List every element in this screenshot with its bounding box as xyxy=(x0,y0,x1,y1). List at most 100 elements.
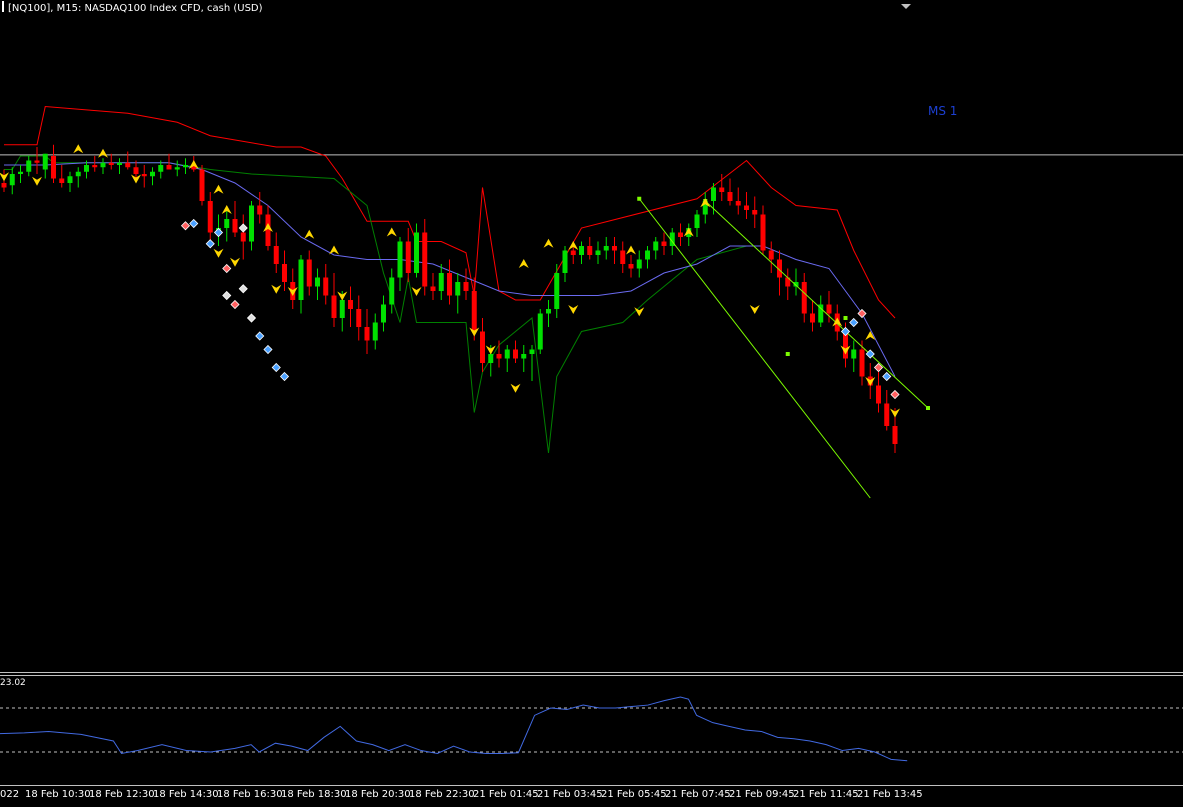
candle-bear xyxy=(207,201,213,233)
candle-bull xyxy=(529,349,535,354)
candle-bear xyxy=(108,162,114,165)
candle-bear xyxy=(59,178,65,183)
candle-bull xyxy=(711,187,716,201)
candle-bear xyxy=(323,277,329,296)
candle-bear xyxy=(125,162,131,168)
candle-bull xyxy=(645,250,650,260)
candle-bear xyxy=(810,313,815,323)
signal-marker xyxy=(238,223,248,233)
arrow-up-marker xyxy=(73,144,84,154)
candle-bull xyxy=(595,250,601,255)
signal-marker xyxy=(263,344,273,355)
arrow-down-marker xyxy=(411,287,422,296)
candle-bull xyxy=(339,300,345,318)
arrow-down-marker xyxy=(749,305,760,314)
candle-bull xyxy=(174,167,180,170)
scroll-marker-icon xyxy=(901,4,911,9)
xaxis-tick-label: 18 Feb 12:30 xyxy=(89,789,155,800)
signal-marker xyxy=(213,227,224,238)
level-label: MS 1 xyxy=(928,104,958,118)
candle-bull xyxy=(504,349,510,359)
candle-bear xyxy=(364,327,370,341)
candle-bear xyxy=(348,300,353,309)
candle-bull xyxy=(381,304,386,323)
xaxis-tick-label: 18 Feb 16:30 xyxy=(217,789,283,800)
candle-bull xyxy=(455,282,461,296)
candle-bull xyxy=(117,162,122,165)
candle-bull xyxy=(414,232,419,273)
candle-bull xyxy=(488,354,494,363)
candle-bear xyxy=(884,403,890,426)
candle-bear xyxy=(199,169,205,201)
candle-bear xyxy=(661,241,667,246)
arrow-down-marker xyxy=(32,176,42,186)
candle-bull xyxy=(653,241,659,251)
candle-bull xyxy=(851,349,857,359)
candle-bear xyxy=(141,174,147,177)
chart-header: [NQ100], M15: NASDAQ100 Index CFD, cash … xyxy=(0,0,263,18)
chart-window[interactable]: [NQ100], M15: NASDAQ100 Index CFD, cash … xyxy=(0,0,1183,807)
candle-bear xyxy=(719,187,725,192)
candle-bull xyxy=(694,214,700,228)
candle-bear xyxy=(265,214,271,246)
main-pane-border xyxy=(0,672,1183,673)
candle-bear xyxy=(496,354,502,359)
signal-marker xyxy=(246,313,257,323)
channel-handle xyxy=(785,352,790,356)
candle-bull xyxy=(438,273,444,291)
candle-bear xyxy=(92,165,98,168)
candle-bear xyxy=(166,165,172,170)
candle-bear xyxy=(752,210,758,215)
candle-bull xyxy=(537,313,543,350)
arrow-up-marker xyxy=(386,227,397,237)
signal-marker xyxy=(189,218,199,229)
candle-bear xyxy=(760,214,766,251)
arrow-down-marker xyxy=(510,383,521,393)
xaxis-tick-label: 18 Feb 20:30 xyxy=(345,789,411,800)
price-chart[interactable] xyxy=(0,0,1183,807)
xaxis-tick-label: 21 Feb 07:45 xyxy=(665,789,731,800)
signal-marker xyxy=(222,290,232,301)
candle-bear xyxy=(628,264,634,269)
arrow-up-marker xyxy=(543,238,554,248)
candle-bull xyxy=(579,246,584,255)
candle-bear xyxy=(513,349,518,359)
signal-marker xyxy=(238,284,248,294)
candle-bull xyxy=(298,259,304,300)
candle-bear xyxy=(51,156,56,179)
signal-marker xyxy=(882,371,892,382)
candle-bear xyxy=(859,349,865,377)
candle-bear xyxy=(240,232,246,242)
candle-bear xyxy=(1,183,7,188)
candle-bull xyxy=(183,165,188,168)
candle-bear xyxy=(447,273,452,296)
candle-bear xyxy=(430,286,436,291)
candle-bear xyxy=(612,246,617,251)
candle-bear xyxy=(306,259,312,287)
candle-bear xyxy=(463,282,469,291)
xaxis-border xyxy=(0,785,1183,786)
arrow-up-marker xyxy=(98,148,108,158)
channel-handle xyxy=(843,316,848,320)
candle-bull xyxy=(397,241,403,278)
candle-bull xyxy=(67,176,73,183)
candle-bull xyxy=(18,171,23,174)
candle-bull xyxy=(315,277,320,287)
candle-bear xyxy=(257,205,263,215)
signal-marker xyxy=(230,299,240,310)
candle-bear xyxy=(133,167,139,174)
candle-bull xyxy=(603,246,609,251)
signal-marker xyxy=(279,371,290,382)
signal-marker xyxy=(271,362,281,373)
candle-bear xyxy=(620,250,626,264)
candle-bull xyxy=(389,277,395,305)
candle-bear xyxy=(735,201,741,206)
candle-bull xyxy=(158,165,164,172)
candle-bear xyxy=(727,192,733,201)
arrow-up-marker xyxy=(213,184,224,194)
channel-handle xyxy=(926,406,930,410)
candle-bear xyxy=(480,331,485,363)
candle-bear xyxy=(768,250,774,260)
candle-bull xyxy=(546,309,551,314)
candle-bull xyxy=(249,205,254,242)
